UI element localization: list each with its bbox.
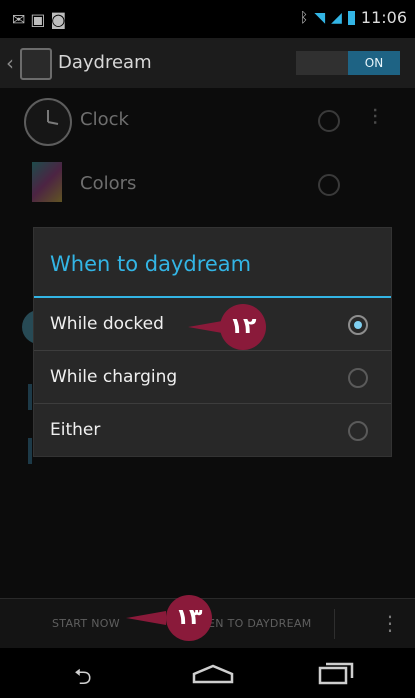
game-controller-icon: ◙ (50, 10, 72, 29)
colors-icon (32, 162, 62, 202)
overflow-menu-icon[interactable]: ⋮ (380, 611, 400, 635)
list-item-clock[interactable]: Clock ⫶ (0, 88, 415, 152)
option-label: Either (50, 420, 101, 440)
navigation-bar: ⮌ (0, 648, 415, 698)
radio-button[interactable] (348, 368, 368, 388)
callout-badge-12: ١٢ (188, 304, 266, 350)
option-label: While charging (50, 367, 178, 387)
option-label: While docked (50, 314, 164, 334)
up-caret-icon[interactable]: ‹ (6, 51, 14, 75)
clock-time: 11:06 (360, 8, 407, 27)
clock-radio[interactable] (318, 110, 340, 132)
option-while-charging[interactable]: While charging (34, 351, 391, 404)
system-icons: ᛒ ◥ ◢ 11:06 (300, 8, 407, 27)
page-title: Daydream (58, 52, 152, 73)
daydream-app-icon[interactable] (20, 48, 52, 80)
status-bar: ✉▣◙ ᛒ ◥ ◢ 11:06 (0, 0, 415, 38)
radio-button[interactable] (348, 421, 368, 441)
start-now-button[interactable]: START NOW (52, 617, 120, 630)
list-item-label: Clock (80, 109, 129, 130)
home-icon[interactable] (190, 662, 236, 686)
radio-button-selected[interactable] (348, 315, 368, 335)
when-to-daydream-button[interactable]: EN TO DAYDREAM (208, 617, 312, 630)
notification-icons: ✉▣◙ (12, 10, 71, 29)
settings-icon[interactable]: ⫶ (362, 107, 388, 131)
battery-icon (347, 10, 355, 25)
option-either[interactable]: Either (34, 404, 391, 457)
daydream-toggle[interactable]: ON (296, 51, 400, 75)
recent-apps-icon[interactable] (316, 660, 356, 686)
dialog-title: When to daydream (50, 252, 252, 276)
hidden-item-marker (28, 384, 32, 410)
callout-number: ١٢ (220, 304, 266, 350)
back-icon[interactable]: ⮌ (74, 660, 92, 698)
action-bar: ‹ Daydream ON (0, 38, 415, 88)
hidden-item-marker (28, 438, 32, 464)
wifi-icon: ◥ (314, 9, 326, 26)
divider (334, 609, 335, 639)
callout-pointer (126, 611, 166, 625)
callout-number: ١٣ (166, 595, 212, 641)
signal-icon: ◢ (331, 9, 342, 26)
list-item-label: Colors (80, 173, 137, 194)
phone-screen: ✉▣◙ ᛒ ◥ ◢ 11:06 ‹ Daydream ON Clock ⫶ Co… (0, 0, 415, 698)
bluetooth-icon: ᛒ (299, 9, 309, 26)
toggle-on-label: ON (348, 51, 400, 75)
image-icon: ▣ (30, 10, 51, 29)
clock-icon (24, 98, 72, 146)
list-item-colors[interactable]: Colors (0, 152, 415, 216)
colors-radio[interactable] (318, 174, 340, 196)
mail-icon: ✉ (12, 10, 31, 29)
callout-badge-13: ١٣ (126, 595, 212, 641)
